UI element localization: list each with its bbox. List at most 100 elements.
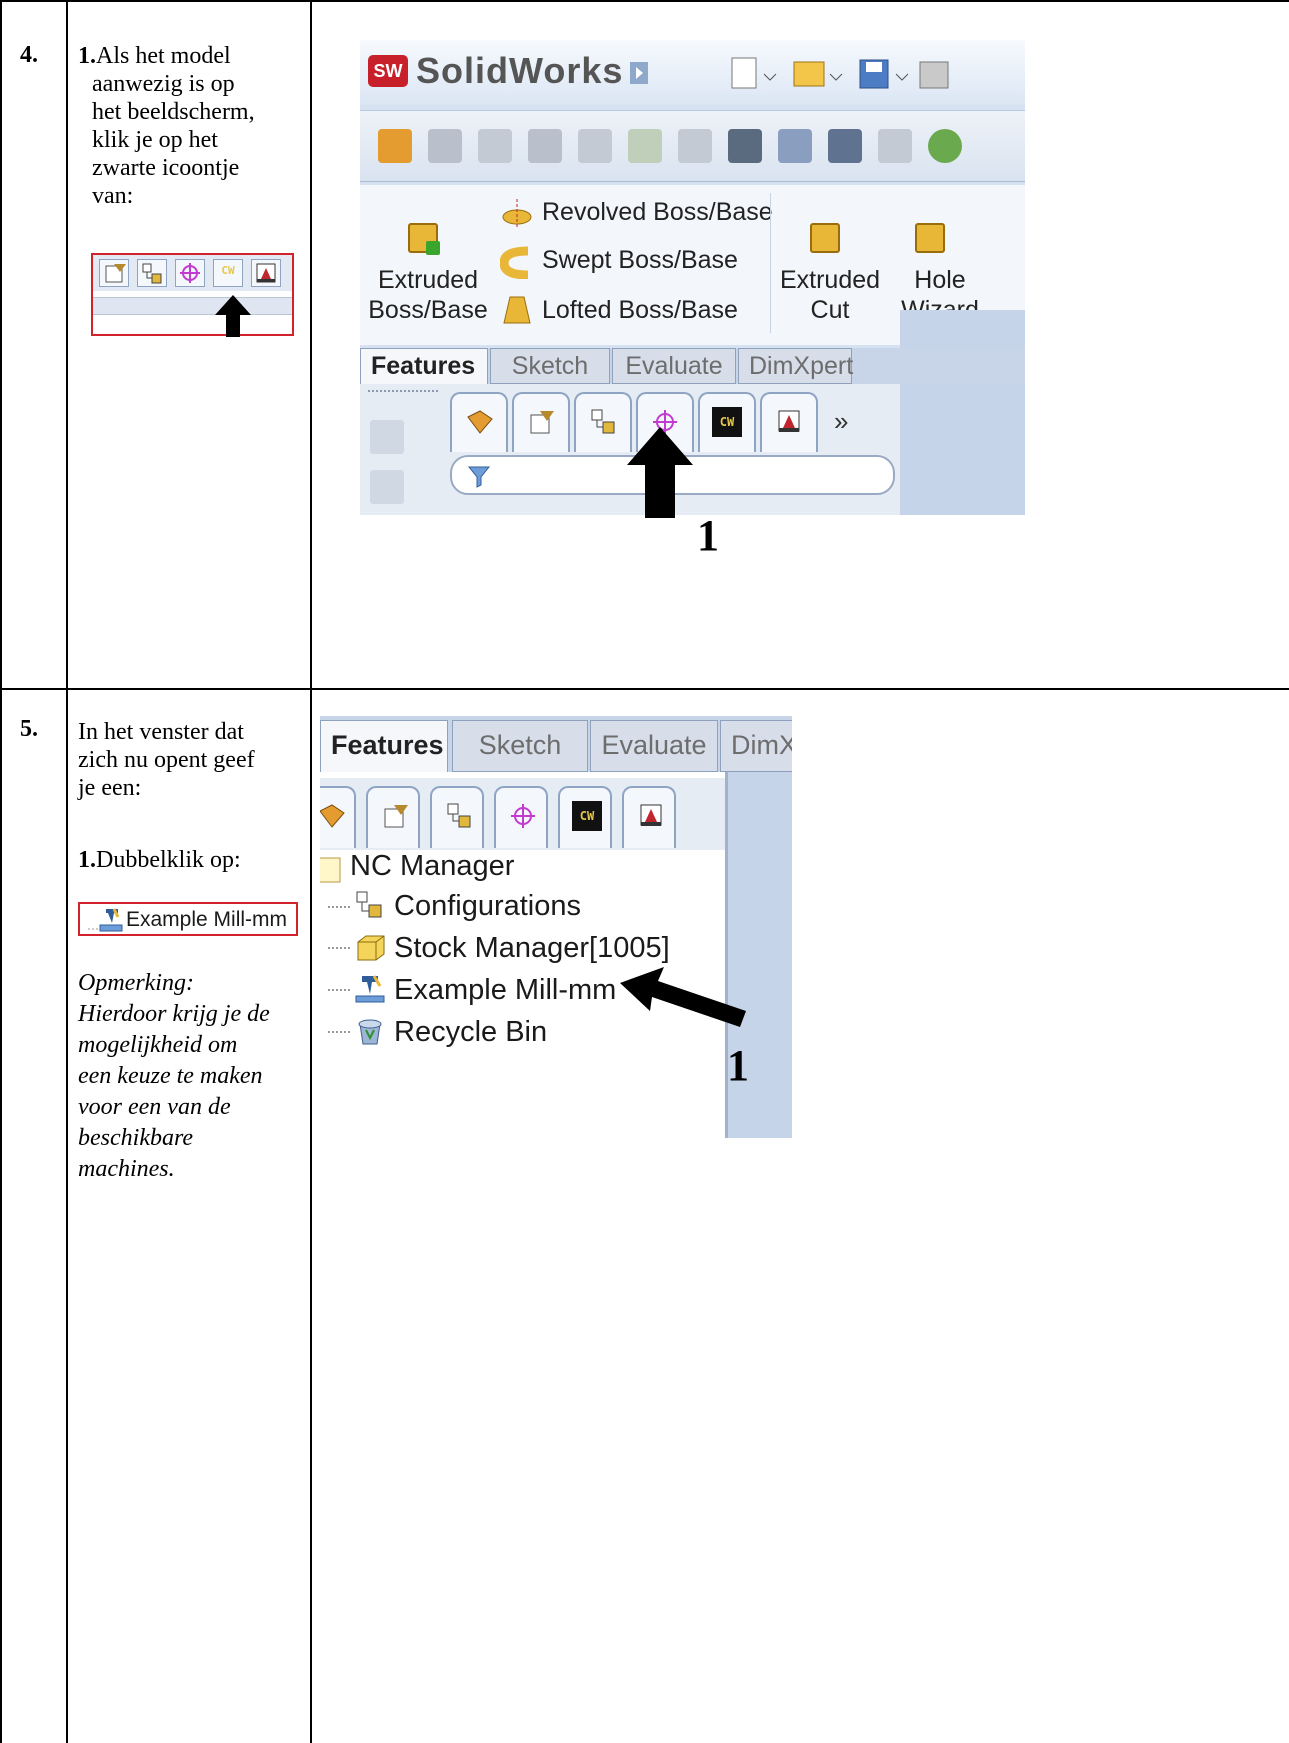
tree-item-recycle-bin[interactable]: Recycle Bin: [394, 1016, 547, 1049]
display-manager-icon: [251, 259, 281, 287]
mini-filter-band: [93, 297, 292, 315]
tree-connector: [328, 947, 350, 949]
column-divider-2: [310, 0, 312, 1743]
tab-feature-tree[interactable]: [320, 786, 356, 848]
step-lead: 1.: [78, 43, 96, 69]
hole-wizard-icon: [915, 223, 945, 253]
instruction-line: zich nu opent geef: [78, 747, 255, 773]
more-tabs-chevron-icon[interactable]: »: [834, 406, 848, 437]
sheet-icon[interactable]: [728, 129, 762, 163]
tab-dimxpert[interactable]: DimX: [720, 720, 792, 772]
grid-icon[interactable]: [628, 129, 662, 163]
instruction-line: In het venster dat: [78, 719, 244, 745]
instruction-line: aanwezig is op: [92, 71, 235, 97]
example-mill-label: Example Mill-mm: [126, 908, 288, 931]
tools-icon[interactable]: [778, 129, 812, 163]
paint-icon[interactable]: [528, 129, 562, 163]
graphics-area: [900, 310, 1025, 515]
window-icon[interactable]: [828, 129, 862, 163]
camworks-icon: CW: [572, 801, 602, 831]
note-line: voor een van de: [78, 1094, 231, 1120]
feature-manager-tabs: CW: [320, 778, 725, 850]
note-line: mogelijkheid om: [78, 1032, 238, 1058]
callout-arrow-up-icon: [627, 427, 693, 518]
table-border-top: [0, 0, 1289, 2]
callout-number: 1: [727, 1041, 749, 1090]
menu-expand-arrow-icon[interactable]: [630, 62, 648, 84]
tab-configuration-manager[interactable]: [430, 786, 484, 848]
command-manager-tabs: Features Sketch Evaluate DimX: [320, 716, 792, 772]
instruction-line: zwarte icoontje: [92, 155, 240, 181]
swept-icon: [500, 246, 529, 279]
dimxpert-manager-icon: [175, 259, 205, 287]
tree-connector: [328, 906, 350, 908]
tab-configuration-manager[interactable]: [574, 392, 632, 452]
extruded-cut-button[interactable]: Extruded Cut: [770, 265, 890, 325]
options-icon[interactable]: [878, 129, 912, 163]
tree-item-stock-manager[interactable]: Stock Manager[1005]: [394, 932, 670, 965]
title-bar: SW SolidWorks: [360, 40, 1025, 105]
equation-icon[interactable]: [478, 129, 512, 163]
command-manager-tabs: Features Sketch Evaluate DimXpert: [360, 348, 1025, 384]
command-toolbar: [360, 110, 1025, 182]
tree-item-configurations[interactable]: Configurations: [394, 890, 581, 923]
revolved-boss-button[interactable]: Revolved Boss/Base: [542, 197, 773, 227]
lofted-boss-button[interactable]: Lofted Boss/Base: [542, 295, 738, 325]
revolved-icon: [502, 199, 532, 229]
tab-dimxpert-manager[interactable]: [494, 786, 548, 848]
mini-tab-strip: CW: [93, 255, 292, 291]
instruction-line: het beeldscherm,: [92, 99, 255, 125]
machine-icon: [88, 908, 123, 932]
tab-display-manager[interactable]: [760, 392, 818, 452]
tab-camworks[interactable]: CW: [558, 786, 612, 848]
machine-icon: [355, 975, 385, 1003]
callout-arrow-left-icon: [620, 967, 746, 1027]
folder-icon: [320, 857, 341, 883]
note-line: een keuze te maken: [78, 1063, 263, 1089]
side-icon: [370, 470, 404, 504]
example-mill-highlight: Example Mill-mm: [78, 902, 298, 936]
solidworks-logo-icon: SW: [368, 55, 408, 87]
filter-funnel-icon: [467, 466, 491, 488]
configuration-manager-icon: [137, 259, 167, 287]
tab-property-manager[interactable]: [512, 392, 570, 452]
app-title: SolidWorks: [416, 50, 624, 91]
tab-sketch[interactable]: Sketch: [452, 720, 588, 772]
step-lead: 1.: [78, 847, 96, 873]
extruded-boss-button[interactable]: Extruded Boss/Base: [368, 265, 488, 325]
tree-connector: [328, 989, 350, 991]
step-5-action: 1.Dubbelklik op:: [78, 846, 241, 874]
note-line: beschikbare: [78, 1125, 194, 1151]
panel-grip: [368, 390, 438, 396]
column-divider-1: [66, 0, 68, 1743]
tab-display-manager[interactable]: [622, 786, 676, 848]
note-line: Hierdoor krijg je de: [78, 1001, 270, 1027]
tab-dimxpert[interactable]: DimXpert: [738, 348, 853, 384]
tab-evaluate[interactable]: Evaluate: [612, 348, 736, 384]
plugin-icon[interactable]: [928, 129, 962, 163]
swept-boss-button[interactable]: Swept Boss/Base: [542, 245, 738, 275]
align-icon[interactable]: [578, 129, 612, 163]
table-border-left: [0, 0, 2, 1743]
action-text: Dubbelklik op:: [96, 847, 241, 873]
tab-evaluate[interactable]: Evaluate: [590, 720, 718, 772]
quick-access-toolbar: [730, 54, 1025, 102]
camworks-icon: CW: [712, 407, 742, 437]
tab-sketch[interactable]: Sketch: [490, 348, 610, 384]
note-line: machines.: [78, 1156, 175, 1182]
configurations-icon: [356, 891, 382, 918]
step-number: 4.: [20, 42, 38, 68]
document-icon[interactable]: [428, 129, 462, 163]
tab-features[interactable]: Features: [360, 348, 488, 384]
side-icon: [370, 420, 404, 454]
instruction-line: van:: [92, 183, 134, 209]
tab-features[interactable]: Features: [320, 720, 448, 772]
tree-item-example-mill[interactable]: Example Mill-mm: [394, 974, 616, 1007]
tab-property-manager[interactable]: [366, 786, 420, 848]
tab-feature-tree[interactable]: [450, 392, 508, 452]
tab-camworks[interactable]: CW: [698, 392, 756, 452]
recycle-bin-icon: [358, 1019, 382, 1045]
tree-item-nc-manager[interactable]: NC Manager: [350, 850, 514, 883]
part-icon[interactable]: [378, 129, 412, 163]
frame-icon[interactable]: [678, 129, 712, 163]
